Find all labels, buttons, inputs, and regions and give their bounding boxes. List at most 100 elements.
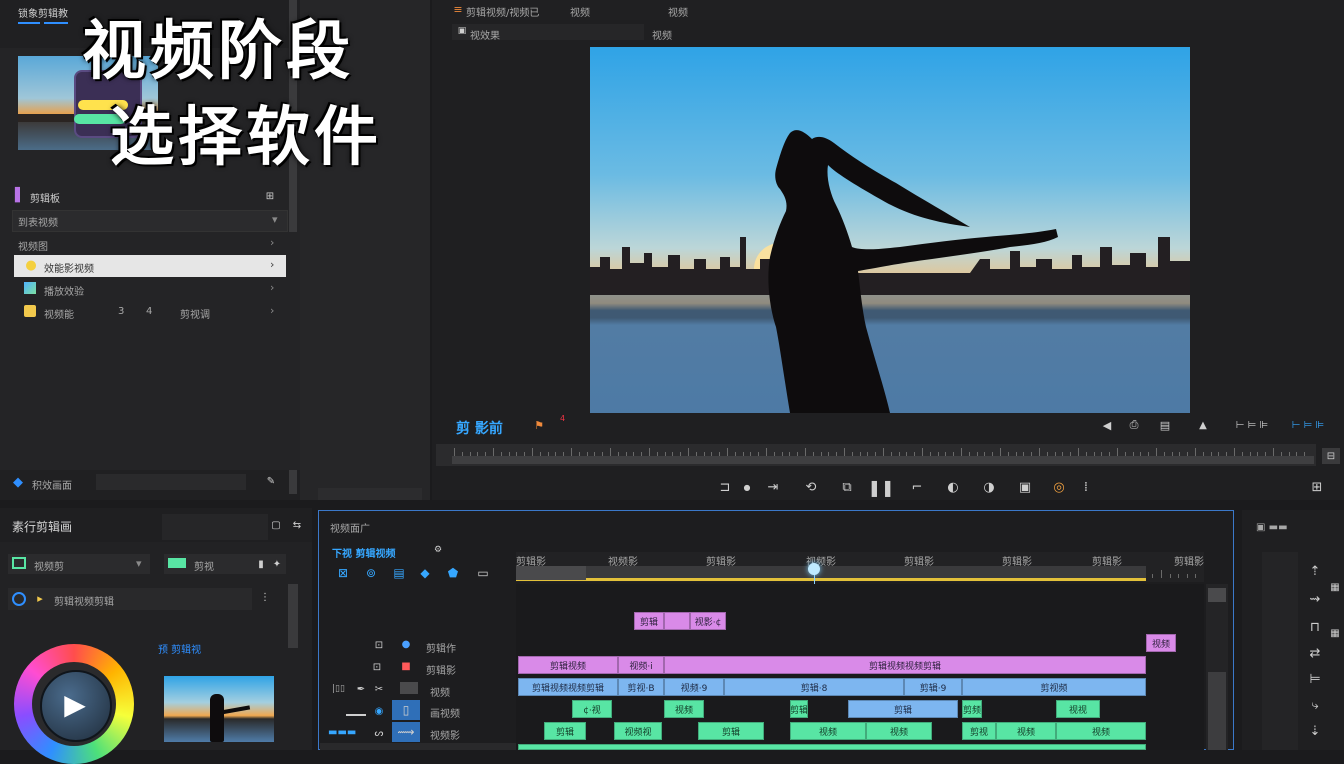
clip[interactable]: 视频·i (618, 656, 664, 674)
pen-icon[interactable]: ✎ (264, 474, 278, 488)
monitor-toolbar-title[interactable]: 剪辑视频/视频已 (466, 4, 539, 19)
sliders-blue-icon[interactable]: ⊢ ⊨ ⊫ (1284, 418, 1332, 432)
media-column-footer[interactable] (318, 488, 422, 500)
clip[interactable]: 剪视 (962, 722, 996, 740)
clip[interactable]: 剪辑视频 (518, 656, 618, 674)
arrow-icon[interactable]: ⇆ (290, 518, 304, 532)
effects-panel-title[interactable]: 素行剪辑画 (12, 518, 72, 535)
triangle-icon[interactable]: ▲ (1196, 418, 1210, 432)
clip-strip[interactable] (518, 744, 1146, 750)
speaker-icon[interactable]: ◀ (1100, 418, 1114, 432)
scrubber-end-icon[interactable]: ⊟ (1322, 448, 1340, 464)
right-grid-icon[interactable]: ▦ (1328, 580, 1342, 594)
clip[interactable]: 视频 (1146, 634, 1176, 652)
playhead-handle[interactable] (808, 563, 820, 575)
tool-icon-6[interactable]: ▭ (476, 566, 490, 580)
clip[interactable]: 视频 (1056, 722, 1146, 740)
monitor-toolbar-right[interactable]: 视频 (668, 4, 688, 19)
timeline-vscroll-thumb[interactable] (1208, 672, 1226, 750)
pen-icon[interactable]: ✒ (354, 682, 368, 696)
dot-icon[interactable]: ● (742, 478, 752, 496)
eye-icon[interactable]: ◉ (372, 704, 386, 718)
footer-field[interactable] (96, 474, 246, 490)
clip[interactable]: 视频·9 (664, 678, 724, 696)
clip[interactable]: 剪辑·8 (724, 678, 904, 696)
track-box-icon[interactable] (400, 682, 418, 694)
camera-icon[interactable]: ⎙ (1126, 418, 1142, 432)
tool-icon-5[interactable]: ⬟ (446, 566, 460, 580)
track-color-icon[interactable]: ● (400, 638, 412, 650)
fx-icon[interactable]: ✦ (270, 557, 284, 571)
insert-icon[interactable]: ⧉ (836, 478, 858, 496)
clip[interactable]: 视频 (790, 722, 866, 740)
trash-icon[interactable]: ▮ (256, 557, 266, 571)
right-tool-icon[interactable]: ⇣ (1306, 722, 1324, 740)
export-frame-icon[interactable]: ▣ (1014, 478, 1036, 496)
clip[interactable]: 视频 (664, 700, 704, 718)
step-icon[interactable]: ⇥ (762, 478, 784, 496)
tool-icon-2[interactable]: ⊚ (364, 566, 378, 580)
effects-scrollbar[interactable] (288, 584, 298, 648)
timecode[interactable]: 剪 影前 (456, 418, 503, 438)
tool-icon-1[interactable]: ⊠ (336, 566, 350, 580)
clip[interactable]: 剪辑视频视频剪辑 (518, 678, 618, 696)
monitor-toolbar-mid[interactable]: 视频 (570, 4, 590, 19)
right-tool-icon[interactable]: ⊨ (1306, 670, 1324, 688)
clip[interactable]: 剪辑视频视频剪辑 (664, 656, 1146, 674)
monitor-sub-tab[interactable]: 视频 (652, 27, 672, 42)
clip[interactable]: 剪辑 (634, 612, 664, 630)
clip[interactable]: 剪视频 (962, 678, 1146, 696)
clip[interactable]: ¢·视 (572, 700, 612, 718)
clip[interactable]: 视频 (996, 722, 1056, 740)
pause-icon[interactable]: ❚❚ (868, 478, 895, 497)
video-frame[interactable] (590, 47, 1190, 413)
record-icon[interactable]: ◎ (1048, 478, 1070, 496)
options-icon[interactable]: ⋮ (258, 590, 272, 604)
work-area-bar[interactable] (516, 578, 1146, 581)
settings-small-icon[interactable]: ⚙ (432, 544, 444, 556)
clip[interactable]: 视频 (866, 722, 932, 740)
clip-gap[interactable] (664, 612, 690, 630)
marker-icon[interactable]: ⁞ (1078, 478, 1094, 496)
loop-icon[interactable]: ⟲ (800, 478, 822, 496)
timeline-title[interactable]: 视频面广 (330, 520, 370, 535)
effects-header-box[interactable] (162, 514, 268, 540)
clip[interactable]: 剪辑 (698, 722, 764, 740)
track-active-icon[interactable]: ▯ (392, 700, 420, 720)
radio-icon[interactable] (12, 592, 26, 606)
effects-dropdown[interactable] (8, 554, 150, 574)
clip[interactable]: 视频视 (614, 722, 662, 740)
scissors-icon[interactable]: ✂ (372, 682, 386, 696)
timeline-vscroll-top[interactable] (1208, 588, 1226, 602)
lock-icon[interactable]: ▢ (270, 518, 282, 532)
right-tool-icon[interactable]: ⇄ (1306, 644, 1324, 662)
track-mute-icon[interactable]: ᔕ (372, 726, 386, 740)
right-grid-icon[interactable]: ▦ (1328, 626, 1342, 640)
mark-in-icon[interactable]: ⊐ (714, 478, 736, 496)
clip[interactable]: 剪频 (962, 700, 982, 718)
left-panel-title[interactable]: 锁象剪辑教 (18, 5, 68, 20)
right-tool-icon[interactable]: ⇡ (1306, 562, 1324, 580)
settings-icon[interactable]: ⊞ (1306, 478, 1328, 496)
clip[interactable]: 视视 (1056, 700, 1100, 718)
tree-root[interactable]: 视频图 (18, 238, 48, 253)
clip[interactable]: 剪辑 (544, 722, 586, 740)
track-wave-icon[interactable]: ⟿ (392, 722, 420, 742)
right-tool-icon[interactable]: ⤷ (1306, 696, 1324, 714)
grid-icon[interactable]: ⊞ (262, 188, 278, 204)
clip[interactable]: 剪辑 (848, 700, 958, 718)
page-icon[interactable]: ▤ (1158, 418, 1172, 432)
rewind-icon[interactable]: ◐ (942, 478, 964, 496)
forward-icon[interactable]: ◑ (978, 478, 1000, 496)
flag-icon[interactable]: ⚑ (532, 418, 546, 432)
step-back-icon[interactable]: ⌐ (906, 478, 928, 496)
tool-icon-3[interactable]: ▤ (392, 566, 406, 580)
right-tool-icon[interactable]: ⇝ (1306, 590, 1324, 608)
track-toggle-icon[interactable]: ⊡ (370, 660, 384, 674)
clip[interactable]: 剪辑·9 (904, 678, 962, 696)
tool-icon-4[interactable]: ◆ (418, 566, 432, 580)
right-tool-icon[interactable]: ⊓ (1306, 618, 1324, 636)
effects-thumbnail[interactable] (164, 676, 274, 742)
monitor-sub-tab[interactable]: 视效果 (470, 27, 500, 42)
clip[interactable]: 剪辑 (790, 700, 808, 718)
